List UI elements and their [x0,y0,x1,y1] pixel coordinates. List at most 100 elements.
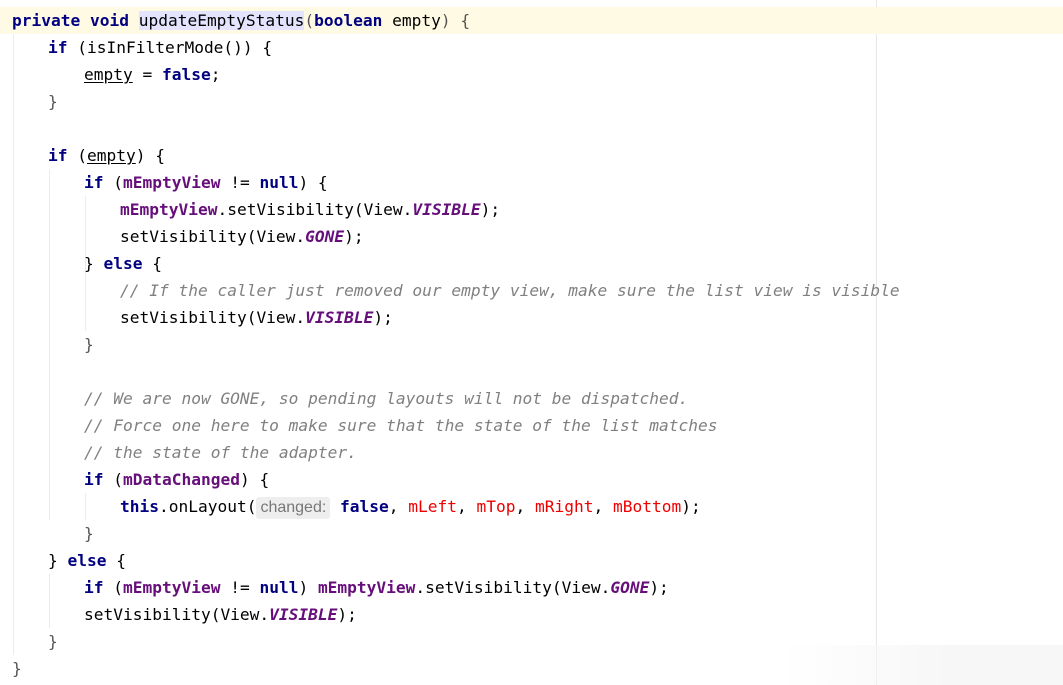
code-token: mEmptyView [123,578,221,597]
code-token: ( [103,470,123,489]
code-token: empty [382,11,441,30]
code-token: ); [373,308,393,327]
code-token: // Force one here to make sure that the … [84,416,718,435]
code-line[interactable]: } [0,655,22,682]
code-token: private [12,11,81,30]
code-line[interactable]: } [0,331,94,358]
code-token: ) { [135,146,165,165]
code-line[interactable]: } [0,628,58,655]
code-line[interactable] [0,115,12,142]
code-token: GONE [610,578,650,597]
code-line[interactable]: mEmptyView.setVisibility(View.VISIBLE); [0,196,500,223]
code-token: mEmptyView [123,173,221,192]
code-token: ); [681,497,701,516]
code-token: .onLayout( [158,497,257,516]
code-token: this [120,497,159,516]
code-token: else [67,551,107,570]
code-token: empty [84,65,133,84]
code-token: , [457,497,477,516]
code-line[interactable]: if (mEmptyView != null) { [0,169,328,196]
code-token: ); [649,578,669,597]
code-token: false [340,497,389,516]
code-line[interactable] [0,358,12,385]
code-line[interactable]: if (mDataChanged) { [0,466,269,493]
code-token: , [515,497,535,516]
code-token: GONE [305,227,345,246]
code-line[interactable]: empty = false; [0,61,220,88]
code-token: ) { [440,11,471,30]
code-token: ( [103,578,123,597]
code-token: ); [480,200,501,219]
code-token: if [84,578,104,597]
code-line[interactable]: if (empty) { [0,142,165,169]
code-token: // the state of the adapter. [84,443,357,462]
code-token: mDataChanged [123,470,240,489]
code-line[interactable]: this.onLayout(changed: false, mLeft, mTo… [0,493,701,520]
code-token: != [220,578,260,597]
code-token: ; [210,65,221,84]
code-line[interactable]: } [0,520,94,547]
code-token: else [103,254,143,273]
code-line[interactable]: setVisibility(View.GONE); [0,223,364,250]
code-token: mRight [535,497,594,516]
code-token: } [84,335,94,354]
code-line[interactable]: // If the caller just removed our empty … [0,277,900,304]
code-token: null [259,578,299,597]
code-token: } [12,659,22,678]
code-token: .setVisibility(View. [415,578,611,597]
code-token: empty [87,146,136,165]
code-token: = [132,65,162,84]
code-token: mEmptyView [317,578,416,597]
code-token: VISIBLE [412,200,481,219]
code-token: } [48,92,58,111]
code-token: mTop [476,497,516,516]
code-token: mEmptyView [120,200,218,219]
code-line[interactable]: // the state of the adapter. [0,439,357,466]
code-token: mLeft [408,497,458,516]
code-token: , [593,497,613,516]
code-token: // We are now GONE, so pending layouts w… [84,389,689,408]
code-token: setVisibility(View. [84,605,270,624]
code-token: ( [304,11,315,30]
code-token: ) { [298,173,328,192]
code-token: , [388,497,409,516]
code-token: void [89,11,129,30]
code-token: } [84,524,94,543]
code-token: } [48,632,58,651]
code-token: != [220,173,260,192]
code-token: } [48,551,68,570]
code-token: // If the caller just removed our empty … [120,281,900,300]
code-token: ) { [239,470,270,489]
code-token: null [259,173,299,192]
code-token: VISIBLE [269,605,338,624]
editor-fade [780,645,1063,685]
code-line[interactable]: if (mEmptyView != null) mEmptyView.setVi… [0,574,669,601]
code-token: boolean [314,11,383,30]
code-token: (isInFilterMode()) { [67,38,273,57]
code-line[interactable]: private void updateEmptyStatus(boolean e… [0,7,1063,34]
code-token: setVisibility(View. [120,227,306,246]
code-line[interactable]: } else { [0,547,126,574]
code-token: .setVisibility(View. [217,200,413,219]
code-token: if [48,146,68,165]
code-line[interactable]: } else { [0,250,162,277]
code-token: false [161,65,211,84]
code-line[interactable]: // Force one here to make sure that the … [0,412,717,439]
code-line[interactable]: // We are now GONE, so pending layouts w… [0,385,688,412]
code-line[interactable]: setVisibility(View.VISIBLE); [0,601,357,628]
code-token: setVisibility(View. [120,308,306,327]
code-token: } [84,254,104,273]
code-token: ); [337,605,357,624]
code-line[interactable]: } [0,88,58,115]
code-editor[interactable]: private void updateEmptyStatus(boolean e… [0,0,1063,685]
code-line[interactable]: setVisibility(View.VISIBLE); [0,304,393,331]
code-token: ( [67,146,87,165]
code-line[interactable]: if (isInFilterMode()) { [0,34,272,61]
parameter-hint: changed: [256,497,331,519]
code-token: updateEmptyStatus [138,11,305,30]
right-margin-guide [876,0,877,685]
code-token: VISIBLE [305,308,374,327]
